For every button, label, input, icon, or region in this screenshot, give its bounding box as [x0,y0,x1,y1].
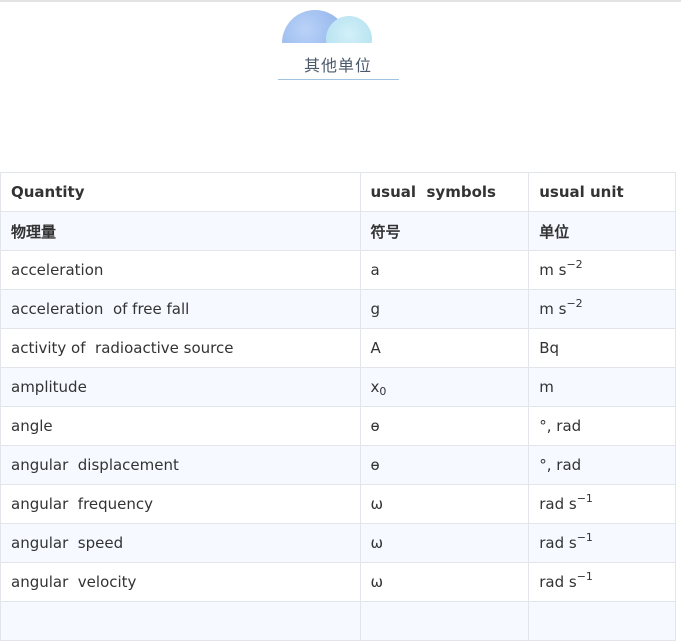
section-header: 其他单位 [276,10,400,82]
unit-superscript: −1 [576,492,593,505]
cell-symbol: g [359,289,530,329]
cell-symbol: A [359,328,530,368]
table-row: angular frequency ω rad s−1 [0,484,676,524]
cell-unit: m [528,367,676,407]
unit-text: m s [539,300,567,318]
cell-symbol: ω [359,484,530,524]
cell-symbol: ѳ [359,445,530,485]
title-underline [278,79,399,80]
cell-quantity: angular speed [0,523,361,563]
unit-superscript: −1 [576,531,593,544]
unit-text: m [539,378,554,396]
header-unit: usual unit [528,172,676,212]
symbol-text: a [370,261,380,279]
table-row: angular speed ω rad s−1 [0,523,676,563]
cell-quantity: angle [0,406,361,446]
subheader-quantity: 物理量 [0,211,361,251]
table-row: amplitude x0 m [0,367,676,407]
cell-quantity: activity of radioactive source [0,328,361,368]
subheader-unit: 单位 [528,211,676,251]
unit-text: rad s [539,495,577,513]
symbol-text: A [370,339,381,357]
unit-text: rad s [539,573,577,591]
unit-superscript: −2 [566,297,583,310]
cell-unit: m s−2 [528,250,676,290]
symbol-text: g [370,300,381,318]
header-quantity: Quantity [0,172,361,212]
cell-quantity: acceleration [0,250,361,290]
section-title: 其他单位 [303,56,372,75]
quantity-text: angular displacement [11,456,179,474]
cell-unit: °, rad [528,406,676,446]
quantity-text: angular frequency [11,495,154,513]
symbol-subscript: 0 [379,385,387,398]
unit-text: rad s [539,534,577,552]
cell-symbol: x0 [359,367,530,407]
quantity-text: angular velocity [11,573,137,591]
cell-symbol: ѳ [359,406,530,446]
quantity-text: acceleration [11,261,104,279]
quantity-text: angle [11,417,53,435]
unit-superscript: −2 [566,258,583,271]
cell-quantity: amplitude [0,367,361,407]
cell-unit: rad s−1 [528,484,676,524]
symbol-text: ω [370,534,384,552]
cell-unit: °, rad [528,445,676,485]
unit-text: m s [539,261,567,279]
table-row [0,601,676,641]
unit-text: Bq [539,339,560,357]
table-row: activity of radioactive source A Bq [0,328,676,368]
table-row: acceleration of free fall g m s−2 [0,289,676,329]
cell-quantity [0,601,361,641]
symbol-text: ω [370,495,384,513]
table-subheader-row: 物理量 符号 单位 [0,211,676,251]
unit-superscript: −1 [576,570,593,583]
cell-symbol: a [359,250,530,290]
symbol-text: ѳ [370,417,380,435]
quantity-text: angular speed [11,534,124,552]
unit-text: °, rad [539,456,582,474]
cell-unit: m s−2 [528,289,676,329]
cell-quantity: angular frequency [0,484,361,524]
table-row: angle ѳ °, rad [0,406,676,446]
top-divider [0,0,681,2]
table-row: angular velocity ω rad s−1 [0,562,676,602]
cell-quantity: acceleration of free fall [0,289,361,329]
symbol-text: ω [370,573,384,591]
subheader-symbol: 符号 [359,211,530,251]
table-row: angular displacement ѳ °, rad [0,445,676,485]
quantity-text: acceleration of free fall [11,300,190,318]
header-symbols: usual symbols [359,172,530,212]
table-header-row: Quantity usual symbols usual unit [0,172,676,212]
cell-unit: rad s−1 [528,523,676,563]
cell-symbol: ω [359,562,530,602]
quantity-text: activity of radioactive source [11,339,234,357]
decorative-circles-icon [282,10,374,43]
cell-unit [528,601,676,641]
cell-unit: Bq [528,328,676,368]
symbol-text: ѳ [370,456,380,474]
cell-quantity: angular displacement [0,445,361,485]
cell-symbol [359,601,530,641]
unit-text: °, rad [539,417,582,435]
table-row: acceleration a m s−2 [0,250,676,290]
units-table: Quantity usual symbols usual unit 物理量 符号… [0,172,676,641]
cell-unit: rad s−1 [528,562,676,602]
quantity-text: amplitude [11,378,87,396]
cell-symbol: ω [359,523,530,563]
cell-quantity: angular velocity [0,562,361,602]
